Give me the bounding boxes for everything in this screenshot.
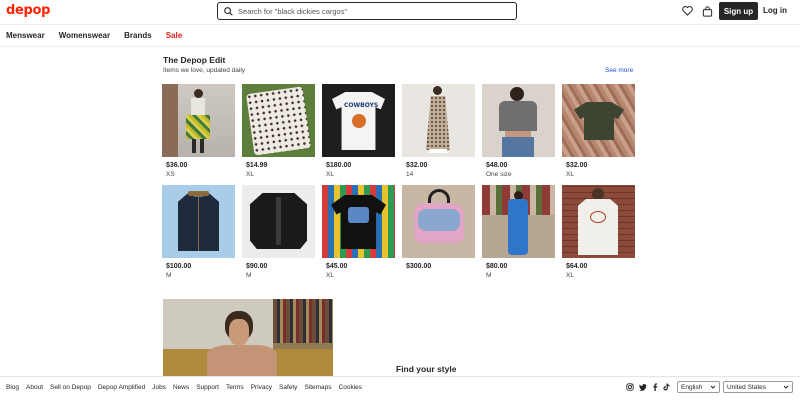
product-price: $100.00 — [166, 263, 192, 270]
footer-link-support[interactable]: Support — [196, 384, 219, 391]
search-input[interactable] — [238, 6, 508, 16]
footer-link-safety[interactable]: Safety — [279, 384, 297, 391]
product-size: M — [486, 272, 492, 279]
chevron-down-icon — [710, 385, 716, 389]
footer-link-jobs[interactable]: Jobs — [152, 384, 166, 391]
product-image: COWBOYS — [322, 84, 395, 157]
heart-icon[interactable] — [681, 5, 693, 17]
product-image — [402, 84, 475, 157]
product-image — [562, 185, 635, 258]
product-size: XL — [566, 171, 574, 178]
footer-link-sell[interactable]: Sell on Depop — [50, 384, 91, 391]
footer-link-news[interactable]: News — [173, 384, 189, 391]
product-card[interactable]: $90.00 M — [242, 185, 315, 279]
section-title: The Depop Edit — [163, 55, 226, 65]
footer: Blog About Sell on Depop Depop Amplified… — [0, 376, 800, 400]
twitter-icon[interactable] — [639, 383, 647, 391]
product-price: $48.00 — [486, 162, 508, 169]
product-price: $32.00 — [566, 162, 588, 169]
depop-logo[interactable]: depop — [6, 3, 50, 18]
footer-link-amplified[interactable]: Depop Amplified — [98, 384, 145, 391]
product-card[interactable]: $300.00 — [402, 185, 475, 278]
product-price: $90.00 — [246, 263, 268, 270]
nav-sale[interactable]: Sale — [166, 31, 182, 40]
product-image — [322, 185, 395, 258]
footer-link-sitemaps[interactable]: Sitemaps — [304, 384, 331, 391]
instagram-icon[interactable] — [626, 383, 634, 391]
chevron-down-icon — [783, 385, 789, 389]
signup-button[interactable]: Sign up — [719, 2, 758, 20]
nav-brands[interactable]: Brands — [124, 31, 152, 40]
product-price: $80.00 — [486, 263, 508, 270]
find-style-heading: Find your style — [396, 364, 457, 374]
product-card[interactable]: $36.00 XS — [162, 84, 235, 178]
login-link[interactable]: Log in — [763, 6, 787, 15]
product-size: XL — [326, 171, 334, 178]
bag-icon[interactable] — [701, 5, 713, 17]
nav-menswear[interactable]: Menswear — [6, 31, 45, 40]
product-card[interactable]: $48.00 One size — [482, 84, 555, 178]
product-size: One size — [486, 171, 512, 178]
facebook-icon[interactable] — [652, 383, 658, 391]
product-size: XL — [246, 171, 254, 178]
product-card[interactable]: $100.00 M — [162, 185, 235, 279]
product-image — [482, 84, 555, 157]
product-price: $14.99 — [246, 162, 268, 169]
product-card[interactable]: $14.99 XL — [242, 84, 315, 178]
product-image — [402, 185, 475, 258]
product-size: M — [166, 272, 172, 279]
product-image — [162, 84, 235, 157]
country-value: United States — [727, 383, 767, 391]
footer-link-cookies[interactable]: Cookies — [339, 384, 362, 391]
product-image — [562, 84, 635, 157]
footer-link-blog[interactable]: Blog — [6, 384, 19, 391]
see-more-link[interactable]: See more — [605, 67, 633, 74]
section-subtitle: Items we love, updated daily — [163, 67, 246, 74]
product-price: $45.00 — [326, 263, 348, 270]
category-nav: Menswear Womenswear Brands Sale — [6, 31, 182, 40]
social-links — [626, 383, 670, 391]
footer-link-privacy[interactable]: Privacy — [251, 384, 272, 391]
language-value: English — [681, 383, 703, 391]
product-card[interactable]: $45.00 XL — [322, 185, 395, 279]
product-card[interactable]: $80.00 M — [482, 185, 555, 279]
product-size: XL — [566, 272, 574, 279]
product-card[interactable]: $32.00 XL — [562, 84, 635, 178]
tiktok-icon[interactable] — [663, 383, 670, 391]
product-price: $180.00 — [326, 162, 352, 169]
nav-womenswear[interactable]: Womenswear — [59, 31, 110, 40]
product-size: XL — [326, 272, 334, 279]
product-price: $300.00 — [406, 263, 432, 270]
product-image — [242, 84, 315, 157]
product-card[interactable]: COWBOYS $180.00 XL — [322, 84, 395, 178]
search-icon — [224, 6, 233, 16]
style-image — [163, 299, 333, 377]
product-image — [482, 185, 555, 258]
footer-link-terms[interactable]: Terms — [226, 384, 244, 391]
product-card[interactable]: $64.00 XL — [562, 185, 635, 279]
product-price: $32.00 — [406, 162, 428, 169]
product-price: $64.00 — [566, 263, 588, 270]
header: depop Sign up Log in — [0, 0, 800, 24]
product-card[interactable]: $32.00 14 — [402, 84, 475, 178]
header-divider — [0, 24, 800, 25]
product-grid: $36.00 XS $14.99 XL COWBOYS $180.00 XL $… — [162, 84, 635, 279]
country-select[interactable]: United States — [723, 381, 793, 393]
language-select[interactable]: English — [677, 381, 720, 393]
product-size: XS — [166, 171, 175, 178]
nav-divider — [0, 46, 800, 47]
product-size: M — [246, 272, 252, 279]
product-size: 14 — [406, 171, 414, 178]
search-bar[interactable] — [217, 2, 517, 20]
footer-link-about[interactable]: About — [26, 384, 43, 391]
footer-links: Blog About Sell on Depop Depop Amplified… — [6, 384, 362, 391]
product-image — [162, 185, 235, 258]
product-image — [242, 185, 315, 258]
product-price: $36.00 — [166, 162, 188, 169]
